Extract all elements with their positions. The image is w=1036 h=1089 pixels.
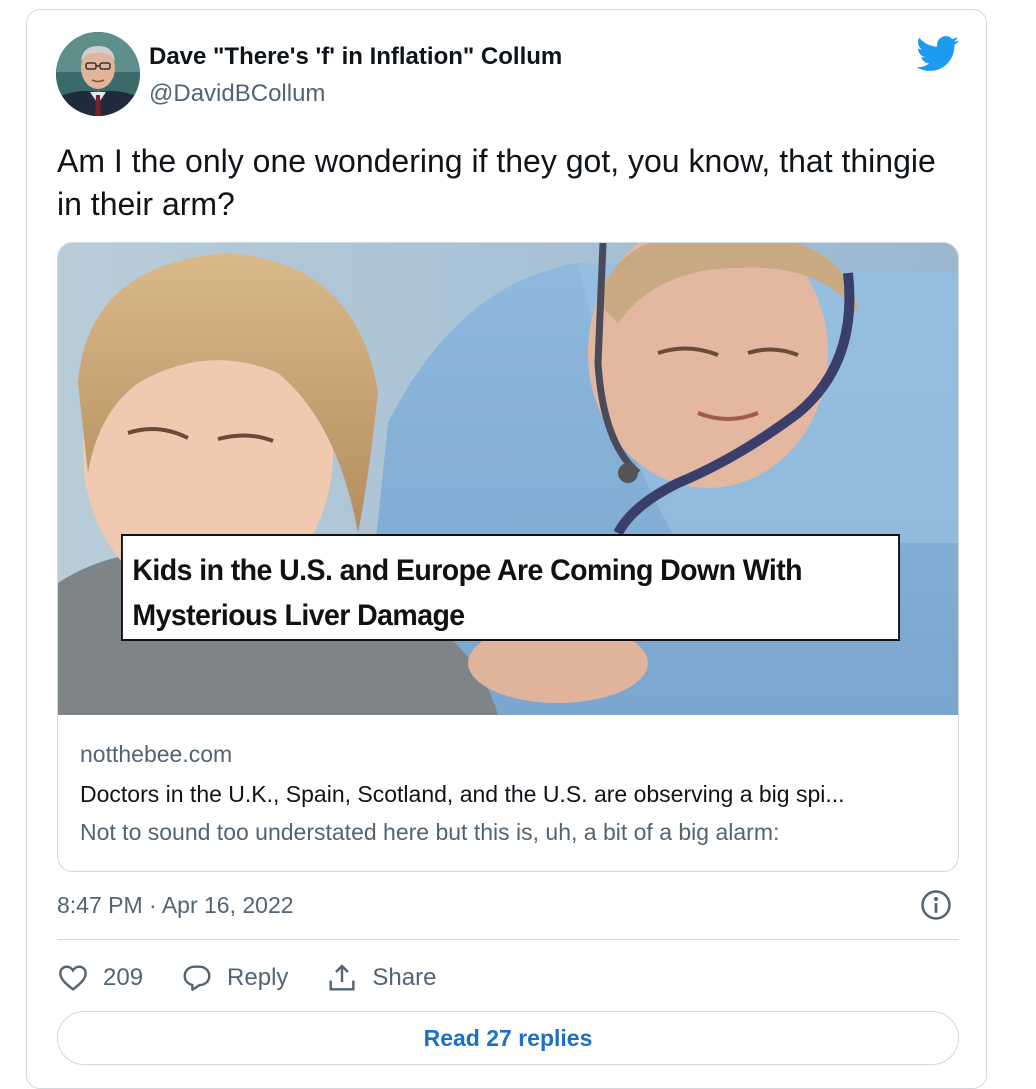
article-headline-overlay: Kids in the U.S. and Europe Are Coming D… <box>121 534 900 641</box>
reply-label: Reply <box>227 964 289 991</box>
info-icon[interactable] <box>920 889 952 921</box>
author-name[interactable]: Dave "There's 'f' in Inflation" Collum <box>149 43 562 71</box>
headline-line-2: Mysterious Liver Damage <box>132 599 465 632</box>
reply-button[interactable]: Reply <box>181 962 288 994</box>
tweet-timestamp[interactable]: 8:47 PM · Apr 16, 2022 <box>57 892 294 919</box>
avatar-image <box>56 32 140 116</box>
tweet-card: Dave "There's 'f' in Inflation" Collum @… <box>26 9 987 1089</box>
speech-bubble-icon <box>183 965 211 991</box>
share-button[interactable]: Share <box>326 962 436 994</box>
card-description: Not to sound too understated here but th… <box>80 819 780 845</box>
avatar[interactable] <box>56 32 140 116</box>
action-bar: 209 Reply Share <box>57 958 474 998</box>
like-button[interactable]: 209 <box>57 962 143 994</box>
share-upload-icon <box>329 964 355 991</box>
card-image: Kids in the U.S. and Europe Are Coming D… <box>58 243 958 715</box>
link-preview-card[interactable]: Kids in the U.S. and Europe Are Coming D… <box>57 242 959 872</box>
heart-icon <box>59 965 87 991</box>
read-replies-button[interactable]: Read 27 replies <box>57 1011 959 1065</box>
author-handle[interactable]: @DavidBCollum <box>149 80 325 108</box>
divider <box>57 939 959 940</box>
headline-line-1: Kids in the U.S. and Europe Are Coming D… <box>132 554 802 587</box>
tweet-text: Am I the only one wondering if they got,… <box>57 143 936 222</box>
card-domain: notthebee.com <box>80 741 233 767</box>
like-count: 209 <box>103 964 144 991</box>
doctor-examining-child-photo <box>58 243 958 715</box>
twitter-bird-icon[interactable] <box>916 36 960 72</box>
card-title: Doctors in the U.K., Spain, Scotland, an… <box>80 781 845 807</box>
share-label: Share <box>372 964 437 991</box>
